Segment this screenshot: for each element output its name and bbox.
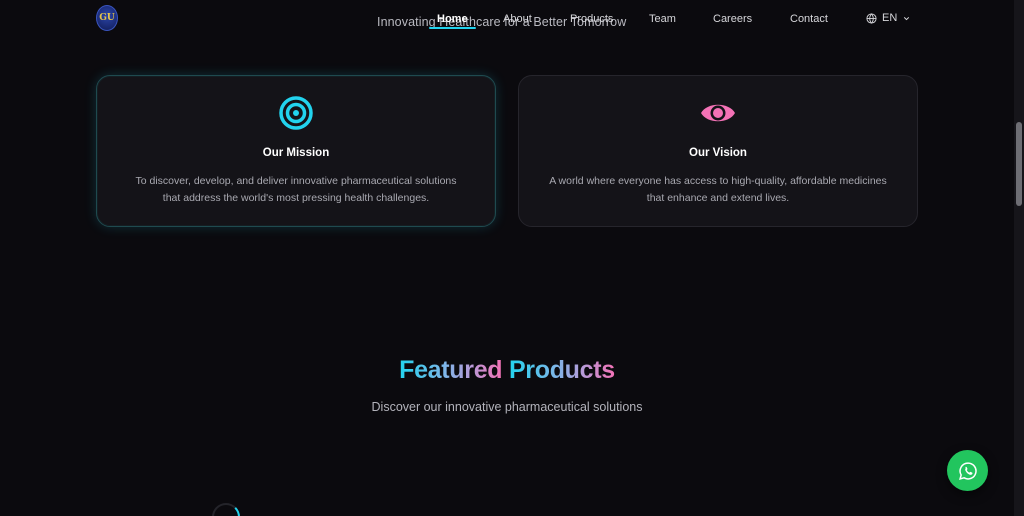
page-scrollbar[interactable]: [1014, 0, 1024, 516]
nav-team[interactable]: Team: [649, 13, 676, 25]
featured-title-part1: Featured: [399, 356, 503, 384]
chevron-down-icon: [904, 16, 910, 20]
whatsapp-button[interactable]: [947, 450, 988, 491]
featured-products-heading: Featured Products: [0, 356, 1014, 385]
language-label: EN: [882, 12, 898, 24]
vision-text: A world where everyone has access to hig…: [549, 175, 887, 204]
language-selector[interactable]: EN: [866, 12, 911, 24]
scrollbar-thumb[interactable]: [1016, 122, 1022, 206]
mission-text: To discover, develop, and deliver innova…: [135, 175, 457, 204]
vision-card: Our Vision A world where everyone has ac…: [518, 75, 918, 227]
globe-icon: [866, 12, 877, 24]
vision-title: Our Vision: [689, 147, 747, 159]
nav-about[interactable]: About: [503, 13, 532, 25]
whatsapp-icon: [958, 461, 977, 480]
nav-careers[interactable]: Careers: [713, 13, 752, 25]
featured-title-part2: Products: [508, 356, 615, 384]
loading-spinner: [212, 503, 240, 516]
nav-home[interactable]: Home: [429, 13, 476, 29]
eye-icon: [701, 104, 735, 122]
logo-text: GU: [99, 13, 115, 23]
nav-contact[interactable]: Contact: [790, 13, 828, 25]
nav-products[interactable]: Products: [570, 13, 613, 25]
target-icon: [279, 96, 313, 130]
company-logo[interactable]: GU: [96, 5, 118, 31]
mission-title: Our Mission: [262, 147, 330, 159]
featured-products-subtitle: Discover our innovative pharmaceutical s…: [371, 400, 643, 414]
mission-card: Our Mission To discover, develop, and de…: [96, 75, 496, 227]
